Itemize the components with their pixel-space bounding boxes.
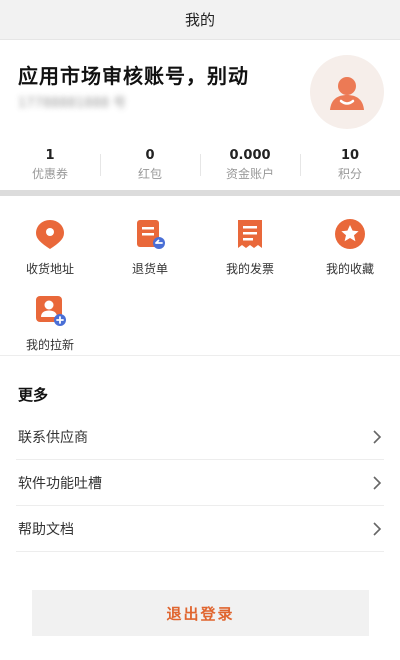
chevron-right-icon (370, 429, 384, 444)
stat-label: 优惠券 (31, 167, 68, 181)
action-label: 我的拉新 (25, 338, 74, 352)
action-label: 我的发票 (225, 262, 274, 276)
action-label: 收货地址 (25, 262, 74, 276)
action-my-favorites[interactable]: 我的收藏 (300, 216, 400, 292)
return-order-icon (132, 216, 168, 252)
stat-value: 1 (45, 148, 55, 163)
stat-red-packets[interactable]: 0 红包 (100, 140, 200, 190)
star-favorite-icon (332, 216, 368, 252)
stat-value: 10 (340, 148, 360, 163)
invite-user-icon (32, 292, 68, 328)
action-my-invites[interactable]: 我的拉新 (0, 292, 100, 368)
location-pin-icon (32, 216, 68, 252)
stat-label: 积分 (337, 167, 362, 181)
quick-actions-grid: 收货地址 退货单 我的发票 我的收藏 我的拉新 (0, 196, 400, 356)
invoice-icon (232, 216, 268, 252)
logout-container: 退出登录 (32, 590, 369, 636)
stat-points[interactable]: 10 积分 (300, 140, 400, 190)
action-return-order[interactable]: 退货单 (100, 216, 200, 292)
stat-coupons[interactable]: 1 优惠券 (0, 140, 100, 190)
menu-item-label: 联系供应商 (18, 429, 88, 446)
menu-item-label: 软件功能吐槽 (18, 475, 102, 492)
chevron-right-icon (370, 521, 384, 536)
chevron-right-icon (370, 475, 384, 490)
logout-button[interactable]: 退出登录 (32, 590, 369, 636)
menu-item-feedback[interactable]: 软件功能吐槽 (16, 460, 384, 506)
action-label: 退货单 (131, 262, 168, 276)
action-shipping-address[interactable]: 收货地址 (0, 216, 100, 292)
nav-bar: 我的 (0, 0, 400, 40)
action-label: 我的收藏 (325, 262, 374, 276)
stat-value: 0.000 (229, 148, 271, 163)
profile-phone: 17788881888 号 (18, 96, 127, 111)
stat-fund-account[interactable]: 0.000 资金账户 (200, 140, 300, 190)
profile-name: 应用市场审核账号，别动 (18, 64, 249, 88)
stat-label: 资金账户 (225, 167, 274, 181)
menu-item-help-docs[interactable]: 帮助文档 (16, 506, 384, 552)
user-avatar-icon (330, 77, 364, 110)
avatar[interactable] (310, 55, 384, 129)
menu-item-label: 帮助文档 (18, 521, 74, 538)
stat-label: 红包 (137, 167, 162, 181)
action-my-invoices[interactable]: 我的发票 (200, 216, 300, 292)
menu-item-contact-supplier[interactable]: 联系供应商 (16, 414, 384, 460)
more-menu-list: 联系供应商 软件功能吐槽 帮助文档 (16, 414, 384, 552)
page-title: 我的 (184, 11, 215, 29)
stat-value: 0 (145, 148, 155, 163)
stats-bar: 1 优惠券 0 红包 0.000 资金账户 10 积分 (0, 140, 400, 196)
profile-card: 应用市场审核账号，别动 17788881888 号 (0, 40, 400, 140)
